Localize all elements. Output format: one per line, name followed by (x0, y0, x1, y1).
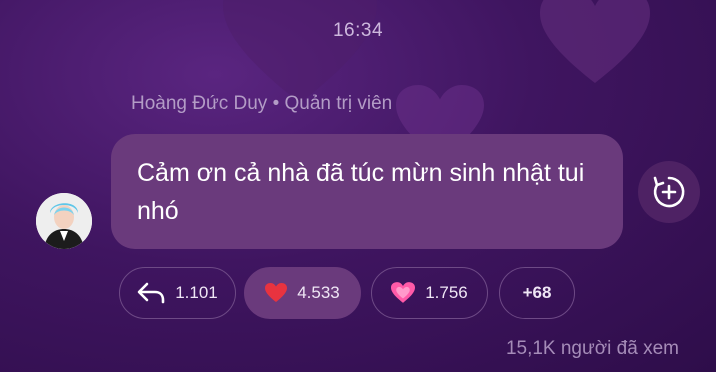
sender-name[interactable]: Hoàng Đức Duy (131, 93, 267, 114)
avatar-portrait-icon (36, 193, 92, 249)
reply-arrow-icon (137, 282, 165, 304)
reply-count: 1.101 (175, 283, 218, 302)
sparkling-heart-count: 1.756 (425, 283, 468, 302)
message-text: Cảm ơn cả nhà đã túc mừn sinh nhật tui n… (137, 159, 585, 225)
heart-count: 4.533 (297, 283, 340, 302)
background-heart-icon (540, 0, 650, 83)
more-reactions-button[interactable]: +68 (499, 267, 575, 319)
message-bubble[interactable]: Cảm ơn cả nhà đã túc mừn sinh nhật tui n… (111, 134, 623, 249)
separator-dot: • (272, 93, 285, 114)
reaction-sparkling-heart-button[interactable]: 1.756 (371, 267, 488, 319)
sender-role: Quản trị viên (284, 93, 393, 114)
reaction-heart-button[interactable]: 4.533 (244, 267, 361, 319)
red-heart-emoji-icon (265, 283, 288, 303)
reply-button[interactable]: 1.101 (119, 267, 236, 319)
view-count: 15,1K người đã xem (505, 338, 679, 359)
more-reactions-label: +68 (522, 283, 552, 302)
message-timestamp: 16:34 (332, 20, 384, 41)
sparkling-heart-emoji-icon (391, 282, 416, 304)
sender-line: Hoàng Đức Duy • Quản trị viên (131, 93, 392, 115)
share-plus-icon (653, 176, 685, 208)
share-button[interactable] (638, 161, 700, 223)
sender-avatar[interactable] (36, 193, 92, 249)
